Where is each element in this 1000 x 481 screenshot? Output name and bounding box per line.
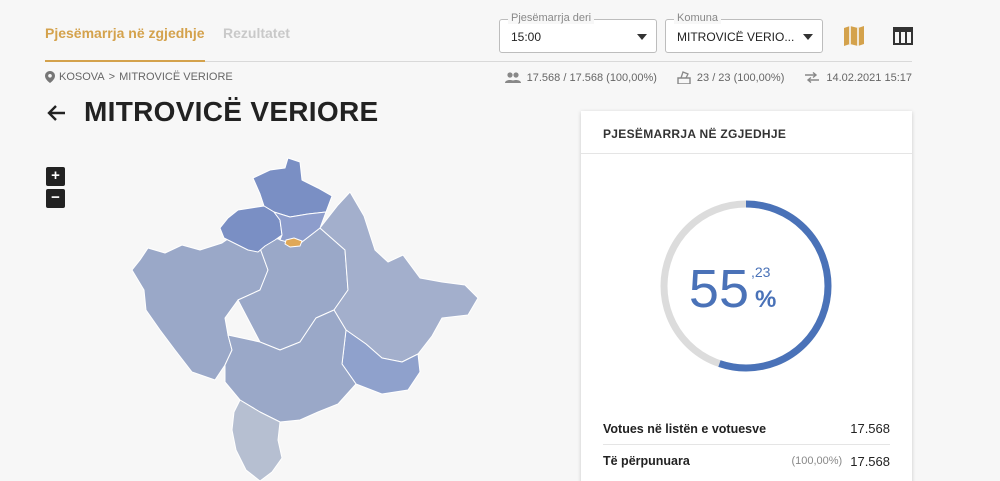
back-arrow-icon[interactable]	[45, 101, 69, 125]
ballot-box-icon	[677, 71, 691, 84]
turnout-card-title: PJESËMARRJA NË ZGJEDHJE	[581, 111, 912, 154]
stats-bar: 17.568 / 17.568 (100,00%) 23 / 23 (100,0…	[485, 71, 912, 84]
time-select-label: Pjesëmarrja deri	[508, 12, 595, 24]
gauge-percent-sign: %	[755, 286, 776, 313]
page-title: MITROVICË VERIORE	[84, 96, 379, 127]
stations-stat-value: 23 / 23 (100,00%)	[696, 71, 785, 84]
caret-down-icon	[803, 34, 813, 40]
zoom-out-button[interactable]: −	[46, 189, 65, 208]
gauge-percent-int: 55	[689, 259, 749, 319]
chevron-right-icon: >	[108, 71, 116, 83]
stat-row-label: Të përpunuara	[603, 454, 690, 468]
stations-stat: 23 / 23 (100,00%)	[677, 71, 784, 84]
voters-stat: 17.568 / 17.568 (100,00%)	[504, 71, 657, 84]
stat-row-value: 17.568	[850, 421, 890, 436]
stat-row-voters: Votues në listën e votuesve 17.568	[603, 413, 890, 445]
breadcrumb-root[interactable]: KOSOVA	[59, 71, 105, 83]
komuna-select-label: Komuna	[674, 12, 721, 24]
time-select[interactable]: Pjesëmarrja deri 15:00	[499, 12, 657, 53]
zoom-in-button[interactable]: +	[46, 167, 65, 186]
updated-stat: 14.02.2021 15:17	[804, 72, 912, 84]
turnout-card: PJESËMARRJA NË ZGJEDHJE 55 ,23 % Votues …	[581, 111, 912, 481]
stat-row-processed: Të përpunuara (100,00%) 17.568	[603, 445, 890, 477]
people-icon	[504, 72, 521, 83]
komuna-select[interactable]: Komuna MITROVICË VERIO...	[665, 12, 823, 53]
map-icon[interactable]	[842, 24, 866, 48]
kosovo-map	[120, 150, 500, 481]
stat-row-label: Votues në listën e votuesve	[603, 421, 767, 436]
table-icon[interactable]	[891, 24, 915, 48]
top-bar: Pjesëmarrja në zgjedhje Rezultatet Pjesë…	[45, 0, 915, 62]
gauge-percent-dec: ,23	[751, 264, 771, 280]
komuna-select-value: MITROVICË VERIO...	[677, 30, 795, 44]
caret-down-icon	[637, 34, 647, 40]
turnout-gauge: 55 ,23 %	[659, 199, 833, 373]
breadcrumb-current: MITROVICË VERIORE	[119, 71, 233, 83]
stat-row-percent: (100,00%)	[791, 455, 843, 467]
location-pin-icon	[45, 71, 55, 83]
updated-stat-value: 14.02.2021 15:17	[826, 71, 912, 84]
time-select-value: 15:00	[511, 30, 542, 44]
tab-turnout[interactable]: Pjesëmarrja në zgjedhje	[45, 25, 205, 62]
stat-row-value: 17.568	[850, 453, 890, 469]
tab-results[interactable]: Rezultatet	[223, 25, 290, 41]
voters-stat-value: 17.568 / 17.568 (100,00%)	[526, 71, 657, 84]
breadcrumb: KOSOVA > MITROVICË VERIORE	[45, 71, 233, 83]
sync-arrows-icon	[805, 72, 820, 83]
